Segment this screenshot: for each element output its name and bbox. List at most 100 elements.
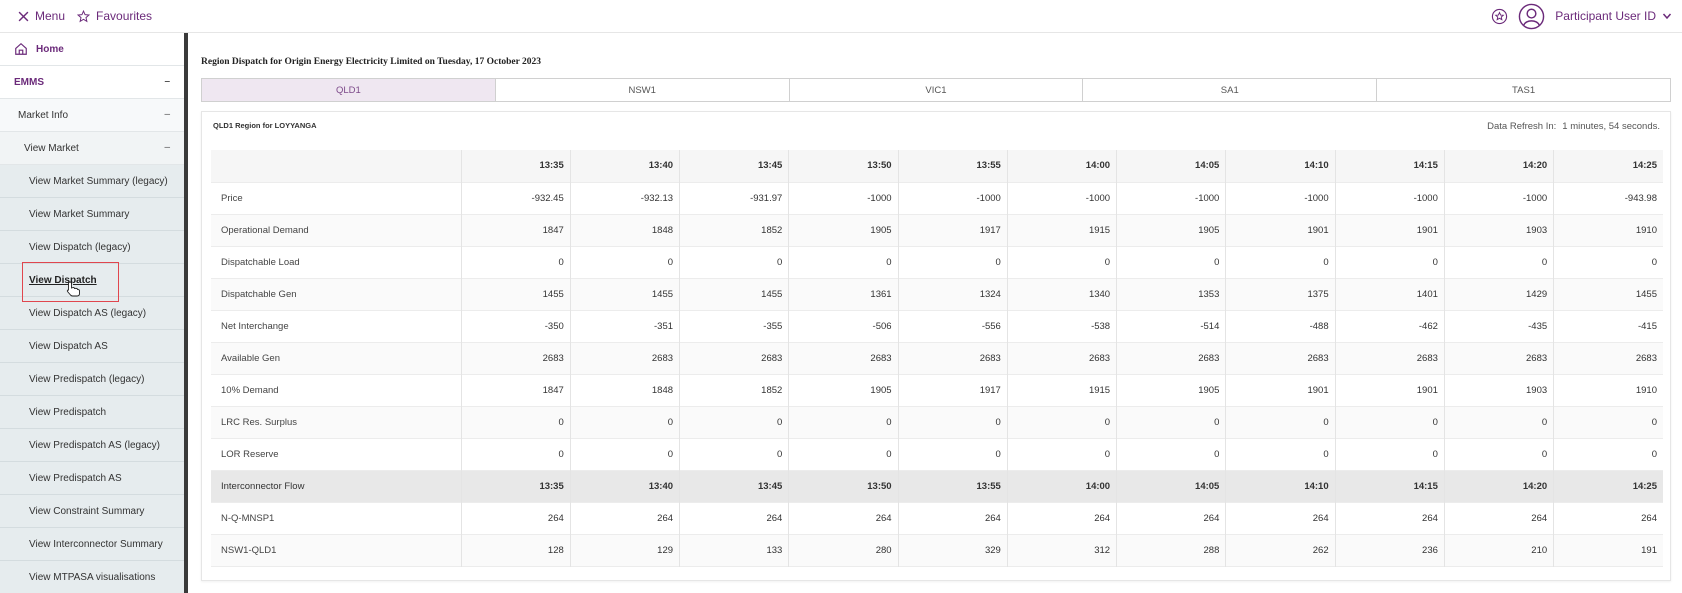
- row-label: Operational Demand: [211, 214, 462, 246]
- value-cell: 1915: [1007, 374, 1118, 406]
- value-cell: 264: [1007, 502, 1118, 534]
- value-cell: -1000: [1444, 182, 1555, 214]
- sidebar-item-view-mtpasa-visualisations[interactable]: View MTPASA visualisations: [0, 561, 184, 593]
- value-cell: 0: [788, 246, 899, 278]
- row-label: LOR Reserve: [211, 438, 462, 470]
- time-header-cell: 13:50: [788, 470, 899, 502]
- value-cell: 1455: [1553, 278, 1663, 310]
- sidebar-item-view-constraint-summary[interactable]: View Constraint Summary: [0, 495, 184, 528]
- value-cell: 0: [1651, 256, 1657, 268]
- sidebar-item-emms[interactable]: EMMS –: [0, 66, 184, 99]
- value-cell: 264: [461, 502, 571, 534]
- collapse-icon[interactable]: –: [164, 109, 170, 120]
- value-cell: -435: [1444, 310, 1555, 342]
- value-cell: 236: [1335, 534, 1445, 566]
- sidebar-view-market-label: View Market: [24, 142, 79, 154]
- value-cell: 2683: [570, 342, 681, 374]
- sidebar-item-home[interactable]: Home: [0, 33, 184, 66]
- sidebar-item-view-predispatch[interactable]: View Predispatch: [0, 396, 184, 429]
- value-cell: 288: [1116, 534, 1227, 566]
- value-cell: 264: [898, 502, 1008, 534]
- time-header-cell: 14:15: [1335, 470, 1445, 502]
- sidebar-item-view-dispatch-legacy[interactable]: View Dispatch (legacy): [0, 231, 184, 264]
- value-cell: 0: [1444, 438, 1555, 470]
- favourites-label: Favourites: [96, 9, 153, 23]
- sidebar-item-label: View Predispatch AS: [29, 472, 122, 484]
- value-cell: 0: [461, 246, 571, 278]
- row-label: LRC Res. Surplus: [211, 406, 462, 438]
- user-avatar-icon[interactable]: [1518, 3, 1545, 30]
- time-header-cell: 14:25: [1553, 150, 1663, 182]
- value-cell: 1455: [570, 278, 681, 310]
- value-cell: -506: [788, 310, 899, 342]
- value-cell: -943.98: [1624, 192, 1657, 204]
- time-header-cell: 13:40: [570, 150, 681, 182]
- value-cell: 1375: [1225, 278, 1336, 310]
- value-cell: 0: [1007, 406, 1118, 438]
- sidebar-item-label: View Dispatch AS (legacy): [29, 307, 147, 319]
- sidebar-item-view-market-summary-legacy[interactable]: View Market Summary (legacy): [0, 165, 184, 198]
- sidebar-item-view-dispatch-as-legacy[interactable]: View Dispatch AS (legacy): [0, 297, 184, 330]
- refresh-label: Data Refresh In:: [1487, 121, 1557, 132]
- value-cell: 0: [1335, 438, 1445, 470]
- row-label: N-Q-MNSP1: [211, 502, 462, 534]
- interconnector-header-row: Interconnector Flow 13:35 13:40 13:45 13:50 1…: [211, 470, 1663, 502]
- collapse-icon[interactable]: –: [164, 76, 170, 87]
- time-header-cell: 14:05: [1116, 470, 1227, 502]
- sidebar-item-view-dispatch-as[interactable]: View Dispatch AS: [0, 330, 184, 363]
- sidebar-item-view-interconnector-summary[interactable]: View Interconnector Summary: [0, 528, 184, 561]
- row-label: 10% Demand: [211, 374, 462, 406]
- value-cell: 0: [679, 246, 790, 278]
- sidebar-item-market-info[interactable]: Market Info –: [0, 99, 184, 132]
- collapse-icon[interactable]: –: [164, 142, 170, 153]
- row-label: Available Gen: [211, 342, 462, 374]
- favourites-button[interactable]: Favourites: [77, 9, 152, 23]
- value-cell: 1915: [1007, 214, 1118, 246]
- value-cell: -1000: [1225, 182, 1336, 214]
- value-cell: 0: [570, 246, 681, 278]
- value-cell: 133: [679, 534, 790, 566]
- menu-button[interactable]: Menu: [18, 9, 65, 23]
- table-row: Dispatchable Gen 1455 1455 1455 1361 1324 1340…: [211, 278, 1663, 310]
- value-cell: 1455: [679, 278, 790, 310]
- tab-nsw1[interactable]: NSW1: [495, 79, 790, 101]
- sidebar-item-view-predispatch-legacy[interactable]: View Predispatch (legacy): [0, 363, 184, 396]
- value-cell: 0: [1651, 448, 1657, 460]
- value-cell: 1903: [1444, 214, 1555, 246]
- value-cell: 2683: [679, 342, 790, 374]
- sidebar: Home EMMS – Market Info – View Market – …: [0, 33, 188, 593]
- value-cell: -1000: [788, 182, 899, 214]
- value-cell: 1917: [898, 374, 1008, 406]
- tab-vic1[interactable]: VIC1: [789, 79, 1084, 101]
- value-cell: 1901: [1335, 374, 1445, 406]
- header-corner-cell: [211, 150, 462, 182]
- value-cell: -1000: [898, 182, 1008, 214]
- sidebar-item-view-market[interactable]: View Market –: [0, 132, 184, 165]
- favourite-star-circle-icon[interactable]: [1491, 8, 1508, 25]
- sidebar-item-view-market-summary[interactable]: View Market Summary: [0, 198, 184, 231]
- table-row: Dispatchable Load 0 0 0 0 0 0 0 0 0 0 0: [211, 246, 1663, 278]
- tab-sa1[interactable]: SA1: [1083, 79, 1378, 101]
- sidebar-item-view-predispatch-as[interactable]: View Predispatch AS: [0, 462, 184, 495]
- main-content: Region Dispatch for Origin Energy Electr…: [201, 33, 1682, 593]
- home-icon: [15, 42, 27, 55]
- value-cell: 0: [570, 406, 681, 438]
- value-cell: 191: [1553, 534, 1663, 566]
- dispatch-table: 13:35 13:40 13:45 13:50 13:55 14:00 14:05 14:10…: [211, 150, 1663, 567]
- value-cell: 0: [1335, 246, 1445, 278]
- value-cell: 2683: [1335, 342, 1445, 374]
- table-row: Price -932.45 -932.13 -931.97 -1000 -1000 -100…: [211, 182, 1663, 214]
- row-label: Dispatchable Load: [211, 246, 462, 278]
- sidebar-item-view-dispatch[interactable]: View Dispatch: [0, 264, 184, 297]
- value-cell: 1905: [788, 374, 899, 406]
- value-cell: -355: [679, 310, 790, 342]
- sidebar-market-info-label: Market Info: [18, 109, 69, 121]
- user-menu[interactable]: Participant User ID: [1555, 9, 1672, 23]
- value-cell: 0: [1225, 438, 1336, 470]
- value-cell: -538: [1007, 310, 1118, 342]
- time-header-cell: 13:50: [788, 150, 899, 182]
- tab-tas1[interactable]: TAS1: [1377, 79, 1670, 101]
- tab-qld1[interactable]: QLD1: [202, 79, 496, 101]
- sidebar-item-view-predispatch-as-legacy[interactable]: View Predispatch AS (legacy): [0, 429, 184, 462]
- time-header-cell: 14:00: [1007, 150, 1118, 182]
